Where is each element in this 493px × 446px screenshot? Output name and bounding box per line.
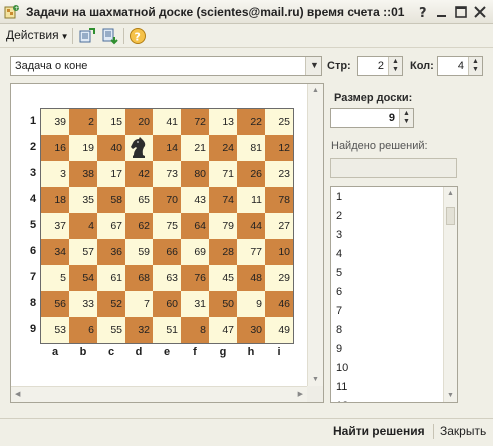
- board-size-stepper-buttons[interactable]: ▲ ▼: [399, 109, 413, 127]
- list-item[interactable]: 8: [336, 324, 342, 336]
- find-solutions-button[interactable]: Найти решения: [333, 424, 425, 438]
- scroll-up-icon: ▲: [312, 87, 319, 94]
- scroll-left-icon: ◀: [15, 391, 21, 398]
- rows-label: Стр:: [327, 60, 351, 72]
- chevron-down-icon: ▼: [60, 32, 69, 41]
- board-vertical-scrollbar[interactable]: ▲ ▼: [307, 84, 323, 386]
- svg-text:+: +: [14, 5, 19, 12]
- solutions-found-label: Найдено решений:: [331, 140, 428, 152]
- column-label: a: [51, 346, 59, 358]
- chevron-down-icon: ▼: [310, 60, 319, 70]
- row-label: 3: [29, 167, 37, 179]
- column-label: b: [79, 346, 87, 358]
- minimize-icon: [437, 15, 446, 17]
- knight-icon: [131, 137, 146, 158]
- app-icon: +: [4, 5, 19, 19]
- list-item[interactable]: 9: [336, 343, 342, 355]
- column-label: g: [219, 346, 227, 358]
- toolbar: Действия ▼ ?: [0, 24, 493, 48]
- board-panel: 1 2 3 4 5 6 7 8 9 a b c d e f g h i 39 2 15 20 41 72 13 22 25 16 19 4…: [10, 83, 324, 403]
- list-item[interactable]: 6: [336, 286, 342, 298]
- rows-stepper[interactable]: 2 ▲ ▼: [357, 56, 403, 76]
- list-item[interactable]: 4: [336, 248, 342, 260]
- list-item[interactable]: 3: [336, 229, 342, 241]
- solutions-list[interactable]: 12 11 10 9 8 7 6 5 4 3 2 1 ▲ ▼: [330, 186, 458, 403]
- list-item[interactable]: 11: [336, 381, 347, 393]
- board-size-stepper[interactable]: 9 ▲ ▼: [330, 108, 414, 128]
- column-label: d: [135, 346, 143, 358]
- row-label: 6: [29, 245, 37, 257]
- list-item[interactable]: 7: [336, 305, 342, 317]
- arrow-down-icon: ▼: [392, 66, 399, 73]
- column-label: h: [247, 346, 255, 358]
- row-label: 2: [29, 141, 37, 153]
- board-border: [40, 108, 294, 344]
- arrow-up-icon: ▲: [403, 110, 410, 117]
- list-item[interactable]: 10: [336, 362, 348, 374]
- help-title-button[interactable]: ?: [414, 3, 432, 21]
- open-icon[interactable]: [78, 27, 96, 45]
- arrow-up-icon: ▲: [472, 58, 479, 65]
- cols-stepper[interactable]: 4 ▲ ▼: [437, 56, 483, 76]
- row-label: 4: [29, 193, 37, 205]
- minimize-button[interactable]: [433, 3, 451, 21]
- toolbar-divider: [72, 28, 73, 44]
- solutions-found-field: [330, 158, 457, 178]
- scroll-corner: [307, 386, 323, 402]
- scroll-thumb[interactable]: [446, 207, 455, 225]
- close-button[interactable]: Закрыть: [440, 424, 486, 438]
- close-icon: [474, 6, 486, 18]
- list-item[interactable]: 5: [336, 267, 342, 279]
- row-label: 9: [29, 323, 37, 335]
- maximize-button[interactable]: [452, 3, 470, 21]
- task-dropdown-button[interactable]: ▼: [305, 57, 321, 75]
- toolbar-divider: [123, 28, 124, 44]
- column-label: c: [107, 346, 115, 358]
- task-select[interactable]: Задача о коне ▼: [10, 56, 322, 76]
- maximize-icon: [455, 6, 467, 18]
- arrow-down-icon: ▼: [403, 118, 410, 125]
- rows-value: 2: [377, 60, 384, 72]
- actions-menu-button[interactable]: Действия ▼: [6, 28, 69, 42]
- list-item[interactable]: 2: [336, 210, 342, 222]
- row-label: 1: [29, 115, 37, 127]
- solutions-scrollbar[interactable]: ▲ ▼: [443, 187, 457, 402]
- scroll-down-icon: ▼: [312, 376, 319, 383]
- column-label: e: [163, 346, 171, 358]
- close-window-button[interactable]: [471, 3, 489, 21]
- chess-board[interactable]: 1 2 3 4 5 6 7 8 9 a b c d e f g h i 39 2 15 20 41 72 13 22 25 16 19 4…: [11, 84, 307, 386]
- help-icon: ?: [419, 6, 427, 21]
- window-title: Задачи на шахматной доске (scientes@mail…: [26, 5, 405, 19]
- title-bar: + Задачи на шахматной доске (scientes@ma…: [0, 0, 493, 24]
- row-label: 8: [29, 297, 37, 309]
- scroll-up-icon: ▲: [447, 190, 454, 197]
- arrow-up-icon: ▲: [392, 58, 399, 65]
- rows-stepper-buttons[interactable]: ▲ ▼: [388, 57, 402, 75]
- column-label: f: [193, 346, 197, 358]
- task-select-value: Задача о коне: [15, 60, 88, 72]
- cols-value: 4: [457, 60, 464, 72]
- scroll-right-icon: ▶: [297, 391, 303, 398]
- list-item[interactable]: 1: [336, 191, 342, 203]
- board-size-value: 9: [388, 112, 395, 124]
- footer-divider: [0, 418, 493, 419]
- row-label: 7: [29, 271, 37, 283]
- cols-stepper-buttons[interactable]: ▲ ▼: [468, 57, 482, 75]
- list-item[interactable]: 12: [336, 400, 348, 402]
- svg-text:?: ?: [419, 6, 427, 21]
- actions-menu-label: Действия: [6, 28, 59, 42]
- board-horizontal-scrollbar[interactable]: ◀ ▶: [11, 386, 307, 402]
- help-icon[interactable]: ?: [129, 27, 147, 45]
- cols-label: Кол:: [410, 60, 434, 72]
- scroll-down-icon: ▼: [447, 392, 454, 399]
- arrow-down-icon: ▼: [472, 66, 479, 73]
- save-icon[interactable]: [101, 27, 119, 45]
- row-label: 5: [29, 219, 37, 231]
- footer-separator: [433, 424, 434, 439]
- svg-text:?: ?: [135, 31, 141, 44]
- board-size-label: Размер доски:: [334, 92, 413, 104]
- column-label: i: [277, 346, 281, 358]
